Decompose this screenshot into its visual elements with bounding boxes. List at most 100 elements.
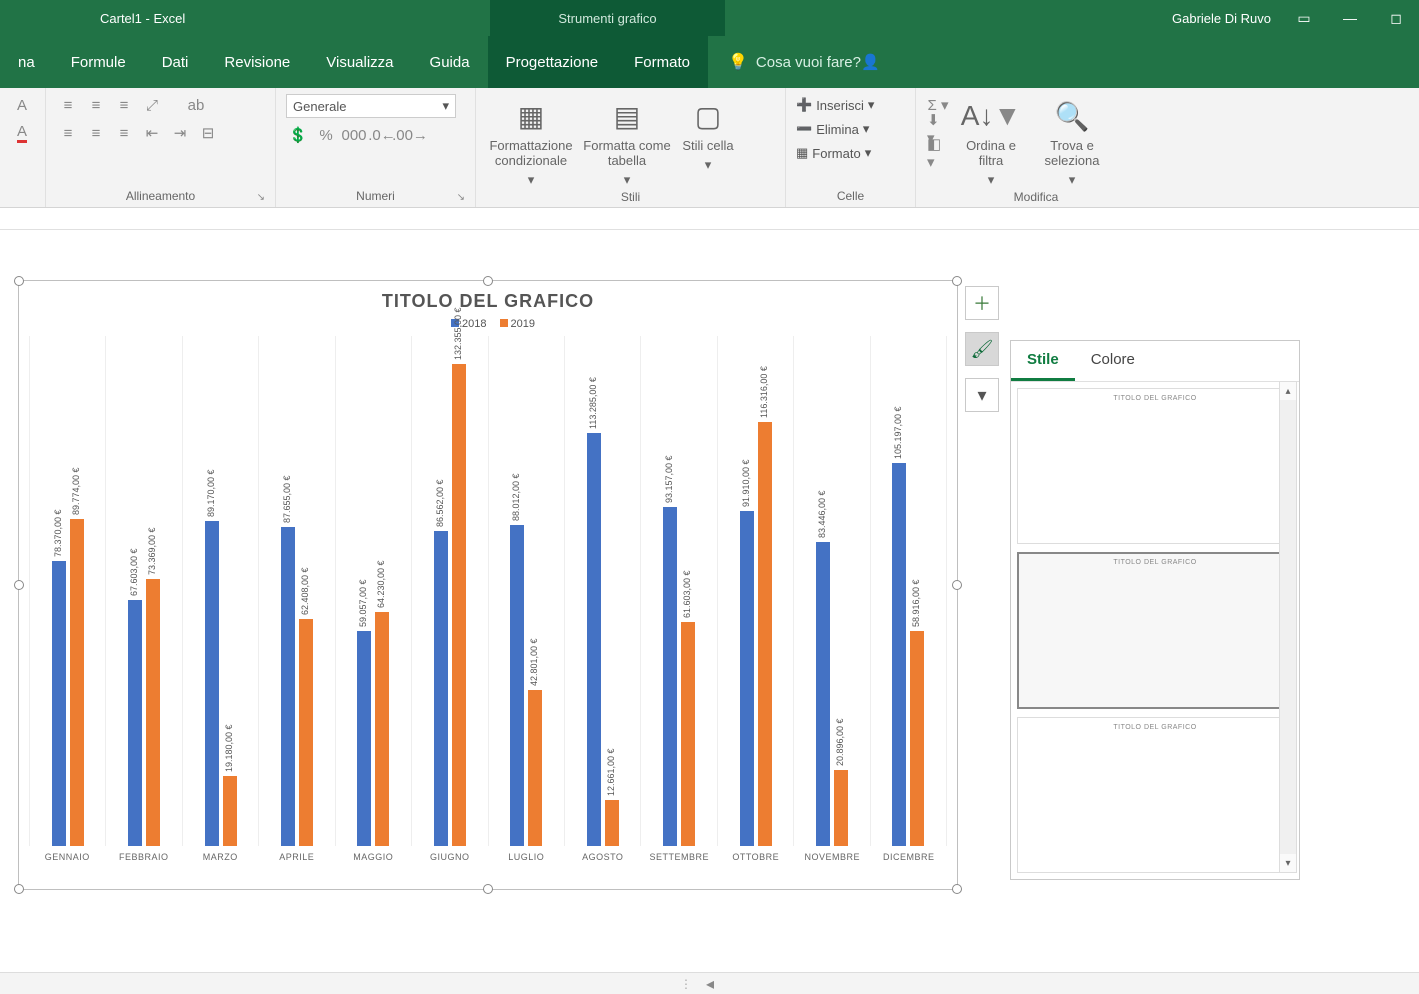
insert-cells-button[interactable]: ➕Inserisci ▾ xyxy=(796,94,874,116)
chart-bar[interactable]: 42.801,00 € xyxy=(528,690,542,846)
merge-center-icon[interactable]: ⊟ xyxy=(196,122,220,144)
resize-handle[interactable] xyxy=(952,884,962,894)
tab-dati[interactable]: Dati xyxy=(144,36,207,88)
align-top-icon[interactable]: ≡ xyxy=(56,94,80,116)
chart-bar[interactable]: 105.197,00 € xyxy=(892,463,906,846)
chart-category-group[interactable]: 93.157,00 €61.603,00 € xyxy=(640,336,716,846)
align-middle-icon[interactable]: ≡ xyxy=(84,94,108,116)
format-as-table-button[interactable]: ▤ Formatta come tabella▾ xyxy=(582,94,672,188)
tab-formule[interactable]: Formule xyxy=(53,36,144,88)
chart-category-group[interactable]: 105.197,00 € 58.916,00 € xyxy=(870,336,947,846)
delete-cells-button[interactable]: ➖Elimina ▾ xyxy=(796,118,869,140)
chart-bar[interactable]: 88.012,00 € xyxy=(510,525,524,846)
chart-plot-area[interactable]: 78.370,00 € 89.774,00 € 67.603,00 € 73.369,… xyxy=(29,336,947,846)
chart-bar[interactable]: 87.655,00 € xyxy=(281,527,295,846)
chart-elements-button[interactable]: ＋ xyxy=(965,286,999,320)
chart-styles-button[interactable]: 🖌 xyxy=(965,332,999,366)
chart-category-group[interactable]: 89.170,00 € 19.180,00 € xyxy=(182,336,258,846)
align-bottom-icon[interactable]: ≡ xyxy=(112,94,136,116)
chart-bar[interactable]: 67.603,00 € xyxy=(128,600,142,846)
chart-category-group[interactable]: 59.057,00 € 64.230,00 € xyxy=(335,336,411,846)
number-format-dropdown[interactable]: Generale▾ xyxy=(286,94,456,118)
style-preview[interactable]: TITOLO DEL GRAFICO xyxy=(1017,388,1293,544)
chart-bar[interactable]: 132.355,00 € xyxy=(452,364,466,846)
chart-bar[interactable]: 12.661,00 € xyxy=(605,800,619,846)
increase-indent-icon[interactable]: ⇥ xyxy=(168,122,192,144)
align-center-icon[interactable]: ≡ xyxy=(84,122,108,144)
ribbon-display-options-icon[interactable]: ▭ xyxy=(1281,0,1327,36)
tab-guida[interactable]: Guida xyxy=(412,36,488,88)
worksheet-area[interactable]: TITOLO DEL GRAFICO 2018 2019 78.370,00 €… xyxy=(0,230,1419,994)
resize-handle[interactable] xyxy=(483,276,493,286)
chart-title[interactable]: TITOLO DEL GRAFICO xyxy=(19,281,957,318)
style-preview[interactable]: TITOLO DEL GRAFICO xyxy=(1017,552,1293,708)
tab-partial[interactable]: na xyxy=(0,36,53,88)
resize-handle[interactable] xyxy=(14,884,24,894)
align-right-icon[interactable]: ≡ xyxy=(112,122,136,144)
chart-bar[interactable]: 20.896,00 € xyxy=(834,770,848,846)
chart-bar[interactable]: 89.170,00 € xyxy=(205,521,219,846)
resize-handle[interactable] xyxy=(14,580,24,590)
orientation-icon[interactable]: ⤢ xyxy=(140,94,164,116)
chart-category-group[interactable]: 78.370,00 € 89.774,00 € xyxy=(29,336,105,846)
scroll-left-icon[interactable]: ◂ xyxy=(700,974,720,994)
wrap-text-icon[interactable]: ab xyxy=(184,94,208,116)
chart-bar[interactable]: 62.408,00 € xyxy=(299,619,313,846)
resize-handle[interactable] xyxy=(952,580,962,590)
stylepane-scrollbar[interactable]: ▴ ▾ xyxy=(1279,381,1297,873)
chart-category-group[interactable]: 113.285,00 €12.661,00 € xyxy=(564,336,640,846)
sheet-tab-grip-icon[interactable]: ⋮ xyxy=(0,977,700,991)
chart-bar[interactable]: 19.180,00 € xyxy=(223,776,237,846)
chart-category-group[interactable]: 88.012,00 € 42.801,00 € xyxy=(488,336,564,846)
minimize-icon[interactable]: — xyxy=(1327,0,1373,36)
sort-filter-button[interactable]: A↓▼ Ordina e filtra▾ xyxy=(956,94,1026,188)
font-color-icon[interactable]: A xyxy=(10,122,34,144)
chart-category-group[interactable]: 87.655,00 € 62.408,00 € xyxy=(258,336,334,846)
chart-bar[interactable]: 58.916,00 € xyxy=(910,631,924,846)
cell-styles-button[interactable]: ▢ Stili cella▾ xyxy=(678,94,738,173)
resize-handle[interactable] xyxy=(14,276,24,286)
chart-bar[interactable]: 59.057,00 € xyxy=(357,631,371,846)
chart-category-group[interactable]: 67.603,00 € 73.369,00 € xyxy=(105,336,181,846)
chart-bar[interactable]: 64.230,00 € xyxy=(375,612,389,846)
chart-bar[interactable]: 73.369,00 € xyxy=(146,579,160,846)
percent-format-icon[interactable]: % xyxy=(314,124,338,146)
style-preview[interactable]: TITOLO DEL GRAFICO xyxy=(1017,717,1293,873)
chart-bar[interactable]: 91.910,00 € xyxy=(740,511,754,846)
chart-bar[interactable]: 86.562,00 € xyxy=(434,531,448,846)
tab-revisione[interactable]: Revisione xyxy=(206,36,308,88)
resize-handle[interactable] xyxy=(952,276,962,286)
dialog-launcher-icon[interactable]: ↘ xyxy=(257,192,265,203)
clear-icon[interactable]: ◧ ▾ xyxy=(926,142,950,164)
maximize-icon[interactable]: ◻ xyxy=(1373,0,1419,36)
chart-filters-button[interactable]: ▾ xyxy=(965,378,999,412)
chart-bar[interactable]: 78.370,00 € xyxy=(52,561,66,846)
chart-bar[interactable]: 89.774,00 € xyxy=(70,519,84,846)
tab-progettazione[interactable]: Progettazione xyxy=(488,36,617,88)
accounting-format-icon[interactable]: 💲 xyxy=(286,124,310,146)
conditional-formatting-button[interactable]: ▦ Formattazione condizionale▾ xyxy=(486,94,576,188)
format-cells-button[interactable]: ▦Formato ▾ xyxy=(796,142,871,164)
chart-category-group[interactable]: 83.446,00 € 20.896,00 € xyxy=(793,336,869,846)
increase-decimal-icon[interactable]: .0← xyxy=(370,124,394,146)
dialog-launcher-icon[interactable]: ↘ xyxy=(457,192,465,203)
stylepane-tab-stile[interactable]: Stile xyxy=(1011,341,1075,381)
align-left-icon[interactable]: ≡ xyxy=(56,122,80,144)
chart-legend[interactable]: 2018 2019 xyxy=(19,318,957,336)
scroll-down-icon[interactable]: ▾ xyxy=(1280,854,1296,872)
stylepane-tab-colore[interactable]: Colore xyxy=(1075,341,1151,381)
chart-bar[interactable]: 83.446,00 € xyxy=(816,542,830,846)
tab-visualizza[interactable]: Visualizza xyxy=(308,36,411,88)
chart-category-group[interactable]: 91.910,00 €116.316,00 € xyxy=(717,336,793,846)
font-size-icon[interactable]: A xyxy=(10,94,34,116)
scroll-up-icon[interactable]: ▴ xyxy=(1280,382,1296,400)
tab-formato[interactable]: Formato xyxy=(616,36,708,88)
resize-handle[interactable] xyxy=(483,884,493,894)
sheet-scroll-strip[interactable]: ⋮ ◂ xyxy=(0,972,1419,994)
decrease-indent-icon[interactable]: ⇤ xyxy=(140,122,164,144)
chart-object[interactable]: TITOLO DEL GRAFICO 2018 2019 78.370,00 €… xyxy=(18,280,958,890)
comma-format-icon[interactable]: 000 xyxy=(342,124,366,146)
account-icon[interactable]: 👤 xyxy=(861,53,880,71)
chart-bar[interactable]: 93.157,00 € xyxy=(663,507,677,846)
chart-category-group[interactable]: 86.562,00 € 132.355,00 € xyxy=(411,336,487,846)
